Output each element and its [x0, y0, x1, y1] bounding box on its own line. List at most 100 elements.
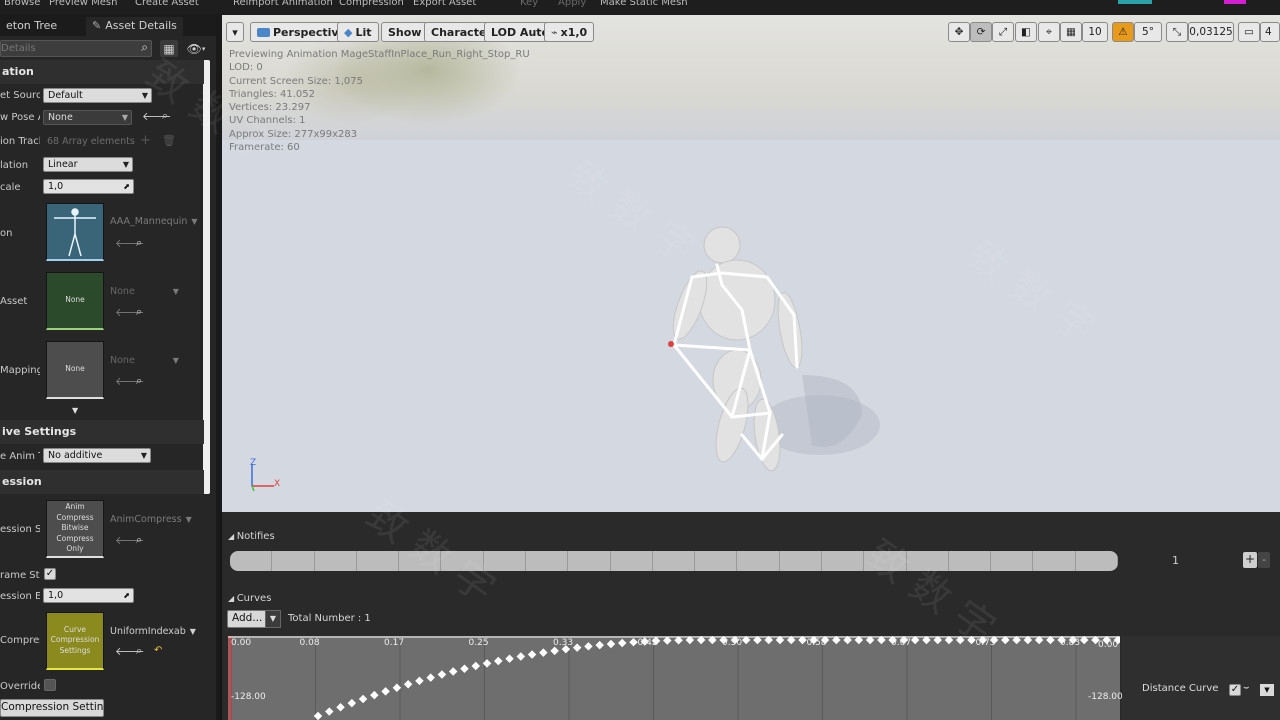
section-compression[interactable]: ession: [0, 470, 204, 494]
curve-key[interactable]: [415, 676, 424, 686]
preview-mesh-button[interactable]: Preview Mesh: [49, 0, 117, 8]
viewport-menu-button[interactable]: ▾: [226, 22, 244, 42]
curve-key[interactable]: [403, 679, 413, 689]
remove-track-button[interactable]: -: [1258, 552, 1270, 568]
curve-key[interactable]: [516, 652, 526, 661]
trash-icon[interactable]: 🗑: [162, 134, 176, 147]
key-button[interactable]: Key: [520, 0, 538, 8]
compression-scheme-picker[interactable]: AnimCompress ▼: [110, 514, 192, 525]
scale-snap-icon[interactable]: ⤡: [1166, 22, 1188, 42]
translate-icon[interactable]: ✥: [948, 22, 970, 42]
curve-key[interactable]: [437, 670, 447, 679]
apply-button[interactable]: Apply: [558, 0, 586, 8]
curve-editor[interactable]: 0.00 0.00 -128.00 -128.00 0.08 0.17 0.25 0.…: [228, 635, 1123, 720]
curve-graph[interactable]: [228, 635, 1123, 720]
compression-button[interactable]: Compression: [339, 0, 404, 8]
curve-interp-icon[interactable]: ⌣: [1243, 682, 1250, 693]
scale-icon[interactable]: ⤢: [992, 22, 1014, 42]
camera-speed-icon[interactable]: ▭: [1238, 22, 1260, 42]
curve-key[interactable]: [370, 690, 379, 700]
add-curve-dropdown[interactable]: ▼: [265, 610, 281, 628]
view-options-grid-icon[interactable]: ▦: [160, 40, 178, 57]
curve-key[interactable]: [358, 694, 368, 704]
curve-options-dropdown[interactable]: ▼: [1260, 684, 1274, 696]
browse-search-icon[interactable]: ⌕: [162, 109, 168, 123]
grid-snap-value[interactable]: 10: [1082, 22, 1108, 42]
notifies-header[interactable]: ◢ Notifies: [228, 531, 275, 542]
search-field[interactable]: ⌕: [0, 40, 152, 57]
asset-mapping-picker[interactable]: None ▼: [110, 355, 179, 366]
expand-advanced-icon[interactable]: ▼: [72, 406, 78, 415]
curve-key[interactable]: [336, 703, 345, 712]
additive-anim-type-combo[interactable]: No additive ▼: [43, 448, 151, 463]
browse-search-icon[interactable]: ⌕: [136, 374, 142, 388]
section-additive-settings[interactable]: ive Settings: [0, 420, 204, 444]
curve-compression-thumbnail[interactable]: Curve Compression Settings: [46, 612, 104, 670]
angle-snap-value[interactable]: 5°: [1134, 22, 1162, 42]
curve-key[interactable]: [426, 673, 435, 682]
add-element-icon[interactable]: +: [140, 133, 151, 148]
angle-snap-icon[interactable]: ⚠: [1112, 22, 1134, 42]
curve-key[interactable]: [527, 650, 537, 659]
browse-button[interactable]: Browse: [4, 0, 40, 8]
curve-key[interactable]: [471, 661, 480, 671]
curves-header[interactable]: ◢ Curves: [228, 593, 271, 604]
retarget-source-combo[interactable]: Default ▼: [43, 88, 152, 103]
curve-key[interactable]: [347, 698, 357, 708]
chevron-down-icon: ▼: [189, 627, 196, 636]
eye-icon[interactable]: 👁 ▾: [183, 40, 209, 57]
tab-skeleton-tree[interactable]: eton Tree: [0, 17, 63, 36]
panel-scrollbar[interactable]: [203, 60, 210, 494]
grid-snap-icon[interactable]: ▦: [1060, 22, 1082, 42]
compression-settings-button[interactable]: Compression Settings: [0, 699, 104, 717]
curve-compression-picker[interactable]: UniformIndexab ▼: [110, 626, 196, 637]
curve-key[interactable]: [460, 664, 469, 673]
section-animation[interactable]: ation: [0, 60, 204, 84]
create-asset-button[interactable]: Create Asset: [135, 0, 199, 8]
make-static-mesh-button[interactable]: Make Static Mesh: [600, 0, 688, 8]
tab-asset-details[interactable]: ✎ Asset Details: [86, 17, 183, 36]
parent-asset-thumbnail[interactable]: None: [46, 272, 104, 330]
curve-key[interactable]: [381, 687, 390, 696]
override-checkbox[interactable]: [44, 679, 56, 691]
reimport-animation-button[interactable]: Reimport Animation: [233, 0, 333, 8]
preview-viewport[interactable]: ▾ Perspective ◆ Lit Show Character LOD Au…: [222, 15, 1280, 512]
compression-scheme-thumbnail[interactable]: Anim Compress Bitwise Compress Only: [46, 500, 104, 558]
parent-asset-picker[interactable]: None ▼: [110, 286, 179, 297]
browse-search-icon[interactable]: ⌕: [136, 533, 142, 547]
browse-search-icon[interactable]: ⌕: [136, 236, 142, 250]
preview-pose-combo[interactable]: None ▼: [43, 110, 132, 125]
show-button[interactable]: Show: [381, 22, 429, 42]
reset-to-default-icon[interactable]: ↶: [154, 645, 162, 656]
lit-button[interactable]: ◆ Lit: [337, 22, 379, 42]
curve-key[interactable]: [505, 654, 514, 663]
add-track-button[interactable]: +: [1243, 552, 1257, 568]
world-local-icon[interactable]: ◧: [1015, 22, 1037, 42]
collapse-arrow-icon: ◢: [228, 532, 237, 541]
browse-search-icon[interactable]: ⌕: [136, 305, 142, 319]
compression-error-input[interactable]: 1,0 ⬈: [43, 588, 134, 603]
curve-visible-checkbox[interactable]: ✓: [1229, 684, 1241, 696]
search-icon[interactable]: ⌕: [141, 40, 148, 55]
frame-stripping-checkbox[interactable]: ✓: [44, 568, 56, 580]
skeleton-asset-picker[interactable]: AAA_Mannequin ▼: [110, 216, 198, 227]
skeleton-thumbnail[interactable]: [46, 203, 104, 261]
camera-speed-value[interactable]: 4: [1260, 22, 1280, 42]
search-input[interactable]: [1, 41, 131, 56]
export-asset-button[interactable]: Export Asset: [413, 0, 476, 8]
interpolation-combo[interactable]: Linear ▼: [43, 157, 133, 172]
notifies-track[interactable]: [230, 551, 1118, 571]
asset-mapping-thumbnail[interactable]: None: [46, 341, 104, 399]
rate-scale-input[interactable]: 1,0 ⬈: [43, 179, 134, 194]
animation-track-value: 68 Array elements: [47, 136, 135, 147]
rotate-icon[interactable]: ⟳: [970, 22, 992, 42]
browse-search-icon[interactable]: ⌕: [136, 644, 142, 658]
curve-key[interactable]: [494, 656, 503, 666]
playback-speed-button[interactable]: ⌁ x1,0: [544, 22, 595, 42]
curve-key[interactable]: [325, 707, 334, 716]
curve-key[interactable]: [448, 667, 458, 676]
add-curve-button[interactable]: Add...: [227, 610, 268, 628]
curve-key[interactable]: [539, 648, 548, 657]
scale-snap-value[interactable]: 0,03125: [1188, 22, 1234, 42]
surface-snap-icon[interactable]: ⌖: [1038, 22, 1060, 42]
